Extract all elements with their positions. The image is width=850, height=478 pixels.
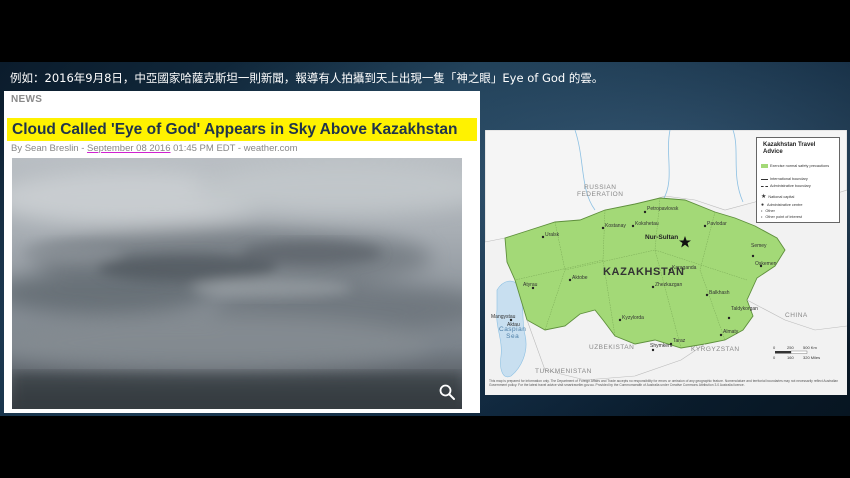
green-swatch-icon: [761, 164, 768, 168]
city-label: Kokshetau: [635, 221, 659, 227]
kazakhstan-travel-advice-map[interactable]: RUSSIAN FEDERATION KAZAKHSTAN CHINA UZBE…: [485, 130, 847, 395]
map-legend: Kazakhstan Travel Advice Exercise normal…: [756, 137, 840, 223]
city-label: Aktobe: [572, 275, 588, 281]
legend-item: • Other point of interest: [761, 214, 802, 219]
scale-mi-160: 160: [787, 355, 794, 360]
city-label: Uralsk: [545, 232, 560, 238]
map-disclaimer: This map is prepared for information onl…: [489, 379, 839, 387]
label-caspian-sea: Caspian Sea: [499, 326, 527, 340]
byline-source[interactable]: weather.com: [244, 143, 298, 154]
label-uzbekistan: UZBEKISTAN: [589, 344, 635, 351]
city-label: Zhezkazgan: [655, 282, 683, 288]
city-label: Balkhash: [709, 290, 730, 296]
solid-line-icon: [761, 178, 768, 180]
article-byline: By Sean Breslin - September 08 2016 01:4…: [11, 143, 298, 154]
article-headline[interactable]: Cloud Called 'Eye of God' Appears in Sky…: [7, 118, 477, 141]
news-article-card: NEWS Cloud Called 'Eye of God' Appears i…: [4, 91, 480, 413]
city-label: Almaty: [723, 329, 739, 335]
city-label: Semey: [751, 243, 767, 249]
legend-item: Exercise normal safety precautions: [761, 164, 829, 168]
city-label: Pavlodar: [707, 221, 727, 227]
magnifier-icon[interactable]: [438, 383, 456, 401]
city-label: Mangystau: [491, 314, 516, 320]
city-label: Atyrau: [523, 282, 538, 288]
city-label: Karaganda: [672, 265, 697, 271]
city-label: Kyzylorda: [622, 315, 644, 321]
byline-time: 01:45 PM EDT: [170, 143, 236, 154]
byline-separator: -: [235, 143, 244, 154]
legend-item: ★ National capital: [761, 194, 795, 200]
legend-item: Administrative boundary: [761, 184, 811, 188]
label-russia: RUSSIAN FEDERATION: [577, 184, 624, 198]
legend-item: International boundary: [761, 177, 808, 181]
news-section-label[interactable]: NEWS: [11, 94, 42, 105]
legend-item: • Other: [761, 208, 775, 213]
city-label: Taldykorgan: [731, 306, 758, 312]
scale-km-250: 250: [787, 345, 794, 350]
dot-icon: •: [761, 214, 763, 219]
label-kyrgyzstan: KYRGYZSTAN: [691, 346, 740, 353]
star-icon: ★: [761, 194, 767, 200]
label-turkmenistan: TURKMENISTAN: [535, 368, 592, 375]
city-label: Taraz: [673, 338, 686, 344]
city-label: Aktau: [507, 322, 520, 328]
scale-km-500: 500 Km: [803, 345, 817, 350]
legend-title: Kazakhstan Travel Advice: [763, 142, 816, 155]
city-label: Oskemen: [755, 261, 777, 267]
label-china: CHINA: [785, 312, 808, 319]
city-label: Shymkent: [650, 343, 673, 349]
dashed-line-icon: [761, 185, 768, 187]
slide-caption: 例如：2016年9月8日，中亞國家哈薩克斯坦一則新聞，報導有人拍攝到天上出現一隻…: [10, 71, 604, 85]
label-capital: Nur-Sultan: [645, 234, 679, 241]
byline-author[interactable]: By Sean Breslin: [11, 143, 79, 154]
scale-mi-0: 0: [773, 355, 776, 360]
city-label: Petropavlovsk: [647, 206, 679, 212]
city-label: Kostanay: [605, 223, 626, 229]
byline-date: September 08 2016: [87, 143, 171, 154]
dot-icon: •: [761, 208, 763, 213]
cloud-photo[interactable]: [12, 158, 462, 409]
cloud-texture: [12, 162, 462, 409]
byline-separator: -: [78, 143, 88, 154]
scale-mi-320: 320 Miles: [803, 355, 821, 360]
scale-km-0: 0: [773, 345, 776, 350]
